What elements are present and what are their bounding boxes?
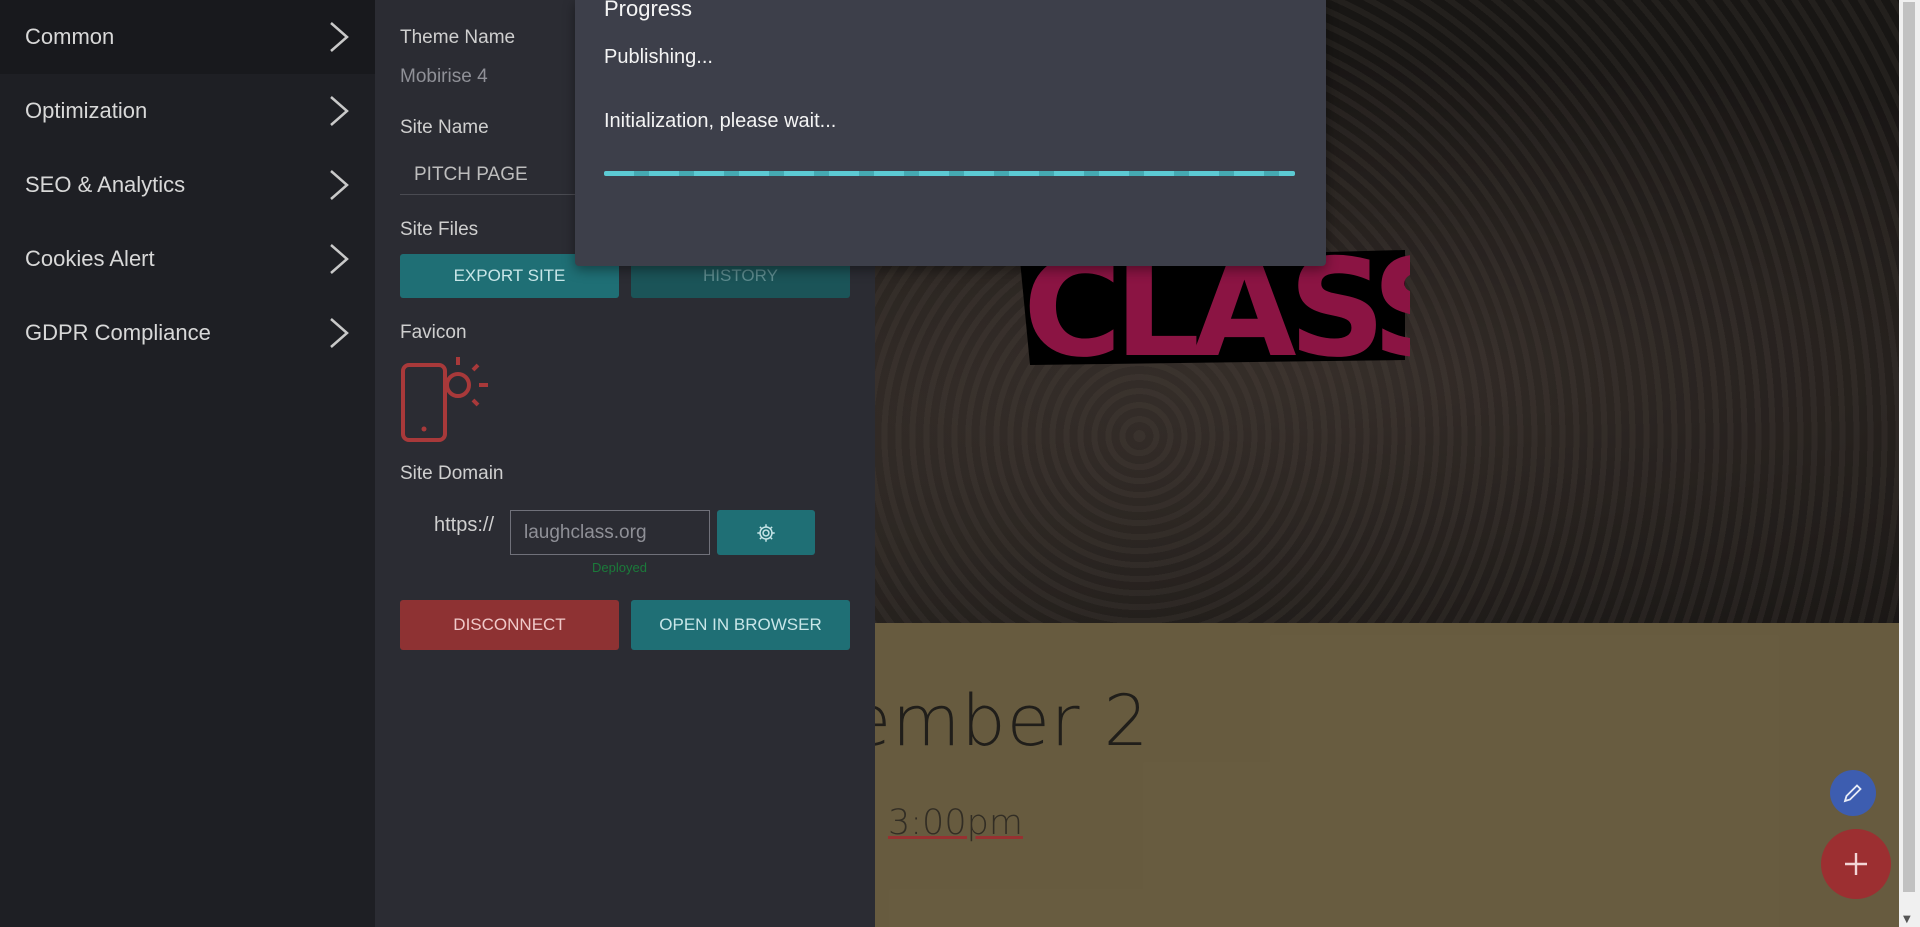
favicon-label: Favicon — [400, 322, 467, 343]
settings-menu: Common Optimization SEO & Analytics Cook… — [0, 0, 375, 927]
open-in-browser-button[interactable]: OPEN IN BROWSER — [631, 600, 850, 650]
chevron-right-icon — [330, 170, 349, 200]
menu-item-label: Cookies Alert — [25, 246, 155, 271]
progress-dialog: Progress Publishing... Initialization, p… — [575, 0, 1326, 266]
progress-status-text: Publishing... — [604, 46, 713, 68]
menu-item-gdpr-compliance[interactable]: GDPR Compliance — [0, 296, 375, 370]
site-name-label: Site Name — [400, 117, 489, 138]
protocol-label: https:// — [434, 514, 495, 536]
menu-item-common[interactable]: Common — [0, 0, 375, 74]
scroll-down-arrow[interactable]: ▼ — [1903, 914, 1911, 925]
progress-detail-text: Initialization, please wait... — [604, 110, 837, 132]
edit-fab-button[interactable] — [1830, 770, 1876, 816]
menu-item-label: Optimization — [25, 98, 148, 123]
favicon-phone-sun-icon[interactable] — [400, 355, 490, 445]
chevron-right-icon — [330, 96, 349, 126]
site-files-label: Site Files — [400, 219, 479, 240]
domain-status-text: Deployed — [592, 560, 647, 575]
plus-icon — [1845, 853, 1867, 875]
chevron-right-icon — [330, 22, 349, 52]
menu-item-optimization[interactable]: Optimization — [0, 74, 375, 148]
progress-bar — [604, 171, 1295, 176]
chevron-right-icon — [330, 318, 349, 348]
site-domain-label: Site Domain — [400, 463, 504, 484]
progress-title: Progress — [604, 0, 693, 21]
theme-name-value: Mobirise 4 — [400, 66, 488, 87]
domain-settings-button[interactable] — [717, 510, 815, 555]
page-scrollbar[interactable]: ▼ — [1899, 0, 1920, 927]
menu-item-cookies-alert[interactable]: Cookies Alert — [0, 222, 375, 296]
pencil-icon — [1843, 784, 1862, 803]
menu-item-label: SEO & Analytics — [25, 172, 186, 197]
disconnect-button[interactable]: DISCONNECT — [400, 600, 619, 650]
progress-bar-fill — [604, 171, 1295, 176]
gear-icon — [757, 523, 775, 542]
menu-item-label: GDPR Compliance — [25, 320, 211, 345]
menu-item-seo-analytics[interactable]: SEO & Analytics — [0, 148, 375, 222]
chevron-right-icon — [330, 244, 349, 274]
menu-item-label: Common — [25, 24, 115, 49]
add-block-fab-button[interactable] — [1821, 829, 1891, 899]
scroll-thumb[interactable] — [1903, 2, 1915, 892]
theme-name-label: Theme Name — [400, 27, 516, 48]
domain-input[interactable] — [510, 510, 710, 555]
